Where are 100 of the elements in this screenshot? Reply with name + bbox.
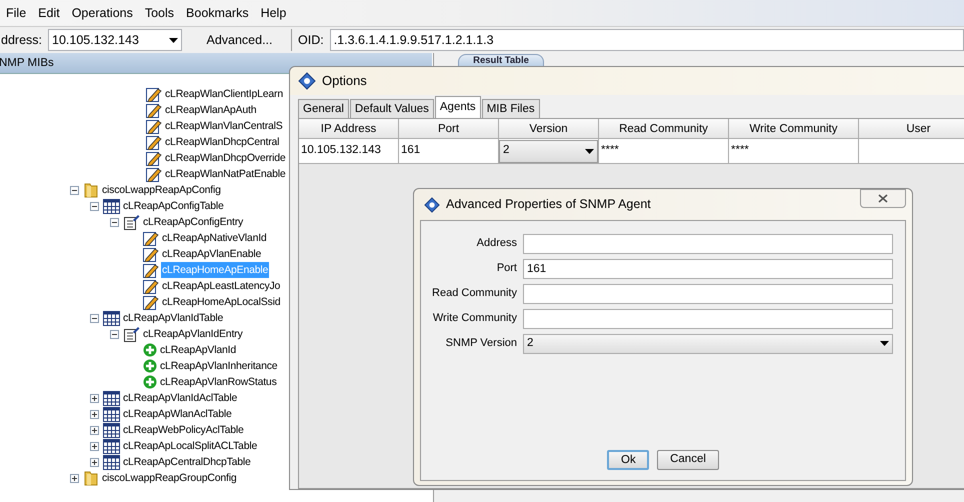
pencil-icon [146, 150, 162, 166]
tree-item[interactable]: cLReapApNativeVlanId [161, 230, 268, 246]
tree-item[interactable]: cLReapWebPolicyAclTable [122, 422, 245, 438]
expand-icon[interactable] [90, 426, 99, 434]
tree-item[interactable]: cLReapApVlanEnable [161, 246, 262, 262]
input-field[interactable]: 161 [523, 258, 893, 278]
tree-item[interactable]: cLReapApCentralDhcpTable [122, 454, 252, 470]
pencil-icon [146, 134, 162, 150]
version-dropdown[interactable]: 2 [499, 140, 598, 162]
collapse-icon[interactable] [90, 314, 99, 322]
plus-icon [143, 359, 157, 373]
menu-item[interactable]: File [0, 4, 32, 22]
tree-item[interactable]: cLReapApConfigEntry [142, 214, 244, 230]
table-cell-text: 10.105.132.143 [300, 143, 381, 158]
oid-label: OID: [298, 32, 324, 49]
pencil-icon [143, 294, 159, 310]
table-cell-text: **** [600, 143, 619, 158]
panel-title: NMP MIBs [0, 57, 54, 69]
collapse-icon[interactable] [90, 202, 99, 210]
column-header[interactable]: IP Address [299, 119, 399, 139]
table-icon [103, 438, 120, 454]
table-cell-text: **** [730, 143, 749, 158]
table-icon [103, 422, 120, 438]
column-header[interactable]: User [859, 119, 964, 139]
column-header[interactable]: Version [499, 119, 599, 139]
expand-icon[interactable] [90, 394, 99, 402]
dialog-title: Advanced Properties of SNMP Agent [446, 196, 651, 214]
tree-item[interactable]: cLReapWlanApAuth [164, 102, 258, 118]
pencil-icon [146, 102, 162, 118]
entry-icon [123, 214, 140, 230]
table-cell-text: 161 [400, 143, 420, 158]
address-label: ddress: [1, 32, 42, 49]
tree-item[interactable]: cLReapApVlanIdEntry [142, 326, 244, 342]
pencil-icon [146, 118, 162, 134]
dropdown-caret-icon [880, 341, 889, 346]
field-label: Write Community [432, 311, 517, 326]
tree-item[interactable]: cLReapApVlanIdAclTable [122, 390, 238, 406]
collapse-icon[interactable] [70, 186, 79, 194]
tree-item[interactable]: cLReapApVlanId [159, 342, 238, 358]
tree-item[interactable]: cLReapWlanClientIpLearn [164, 86, 284, 102]
tree-item[interactable]: cLReapApVlanRowStatus [159, 374, 278, 390]
expand-icon[interactable] [90, 410, 99, 418]
dialog-button[interactable]: Ok [607, 450, 649, 470]
menu-item[interactable]: Bookmarks [180, 4, 255, 22]
plus-icon [143, 375, 157, 389]
tree-item[interactable]: cLReapWlanVlanCentralS [164, 118, 284, 134]
tree-item[interactable]: cLReapHomeApLocalSsid [161, 294, 282, 310]
tree-item[interactable]: ciscoLwappReapApConfig [101, 182, 222, 198]
tab[interactable]: MIB Files [482, 99, 540, 118]
tree-item[interactable]: cLReapApLeastLatencyJo [161, 278, 282, 294]
tree-item[interactable]: cLReapWlanNatPatEnable [164, 166, 287, 182]
menu-item[interactable]: Operations [66, 4, 139, 22]
pencil-icon [143, 278, 159, 294]
pencil-icon [146, 166, 162, 182]
address-dropdown[interactable]: 10.105.132.143 [48, 29, 182, 51]
tree-item[interactable]: cLReapWlanDhcpOverride [164, 150, 286, 166]
close-icon [878, 194, 888, 203]
result-table-tab[interactable]: Result Table [458, 54, 544, 66]
column-header[interactable]: Port [399, 119, 499, 139]
dialog-button[interactable]: Cancel [657, 450, 719, 470]
menu-item[interactable]: Tools [138, 4, 180, 22]
collapse-icon[interactable] [110, 330, 119, 338]
dropdown-caret-icon [169, 38, 178, 42]
oid-field[interactable]: .1.3.6.1.4.1.9.9.517.1.2.1.1.3 [330, 29, 964, 51]
field-label: Port [496, 261, 517, 276]
menu-item[interactable]: Edit [32, 4, 66, 22]
plus-icon [143, 343, 157, 357]
field-label: SNMP Version [444, 336, 517, 352]
pencil-icon [143, 230, 159, 246]
input-field[interactable] [523, 308, 893, 328]
expand-icon[interactable] [90, 458, 99, 466]
tab[interactable]: General [298, 99, 349, 118]
tab[interactable]: Agents [434, 96, 481, 118]
column-header[interactable]: Read Community [599, 119, 729, 139]
snmp-version-dropdown[interactable]: 2 [523, 334, 893, 354]
advanced-button[interactable]: Advanced... [188, 29, 292, 51]
input-field[interactable] [523, 284, 893, 304]
folder-icon [83, 182, 99, 198]
expand-icon[interactable] [70, 474, 79, 482]
collapse-icon[interactable] [110, 218, 119, 226]
tree-item[interactable]: cLReapApVlanInheritance [159, 358, 278, 374]
tab[interactable]: Default Values [350, 99, 434, 118]
tree-item[interactable]: cLReapWlanDhcpCentral [164, 134, 280, 150]
tree-item[interactable]: ciscoLwappReapGroupConfig [101, 470, 238, 486]
pencil-icon [143, 262, 159, 278]
table-icon [103, 310, 120, 326]
tree-item[interactable]: cLReapApVlanIdTable [122, 310, 224, 326]
pencil-icon [146, 86, 162, 102]
expand-icon[interactable] [90, 442, 99, 450]
dropdown-caret-icon [585, 148, 594, 154]
menu-item[interactable]: Help [254, 4, 292, 22]
close-button[interactable] [860, 189, 906, 208]
table-icon [103, 454, 120, 470]
column-header[interactable]: Write Community [729, 119, 859, 139]
tree-item[interactable]: cLReapApConfigTable [122, 198, 225, 214]
tree-item[interactable]: cLReapApLocalSplitACLTable [122, 438, 258, 454]
table-icon [103, 198, 120, 214]
tree-item[interactable]: cLReapApWlanAclTable [122, 406, 233, 422]
window-title: Options [322, 72, 367, 90]
input-field[interactable] [523, 234, 893, 254]
